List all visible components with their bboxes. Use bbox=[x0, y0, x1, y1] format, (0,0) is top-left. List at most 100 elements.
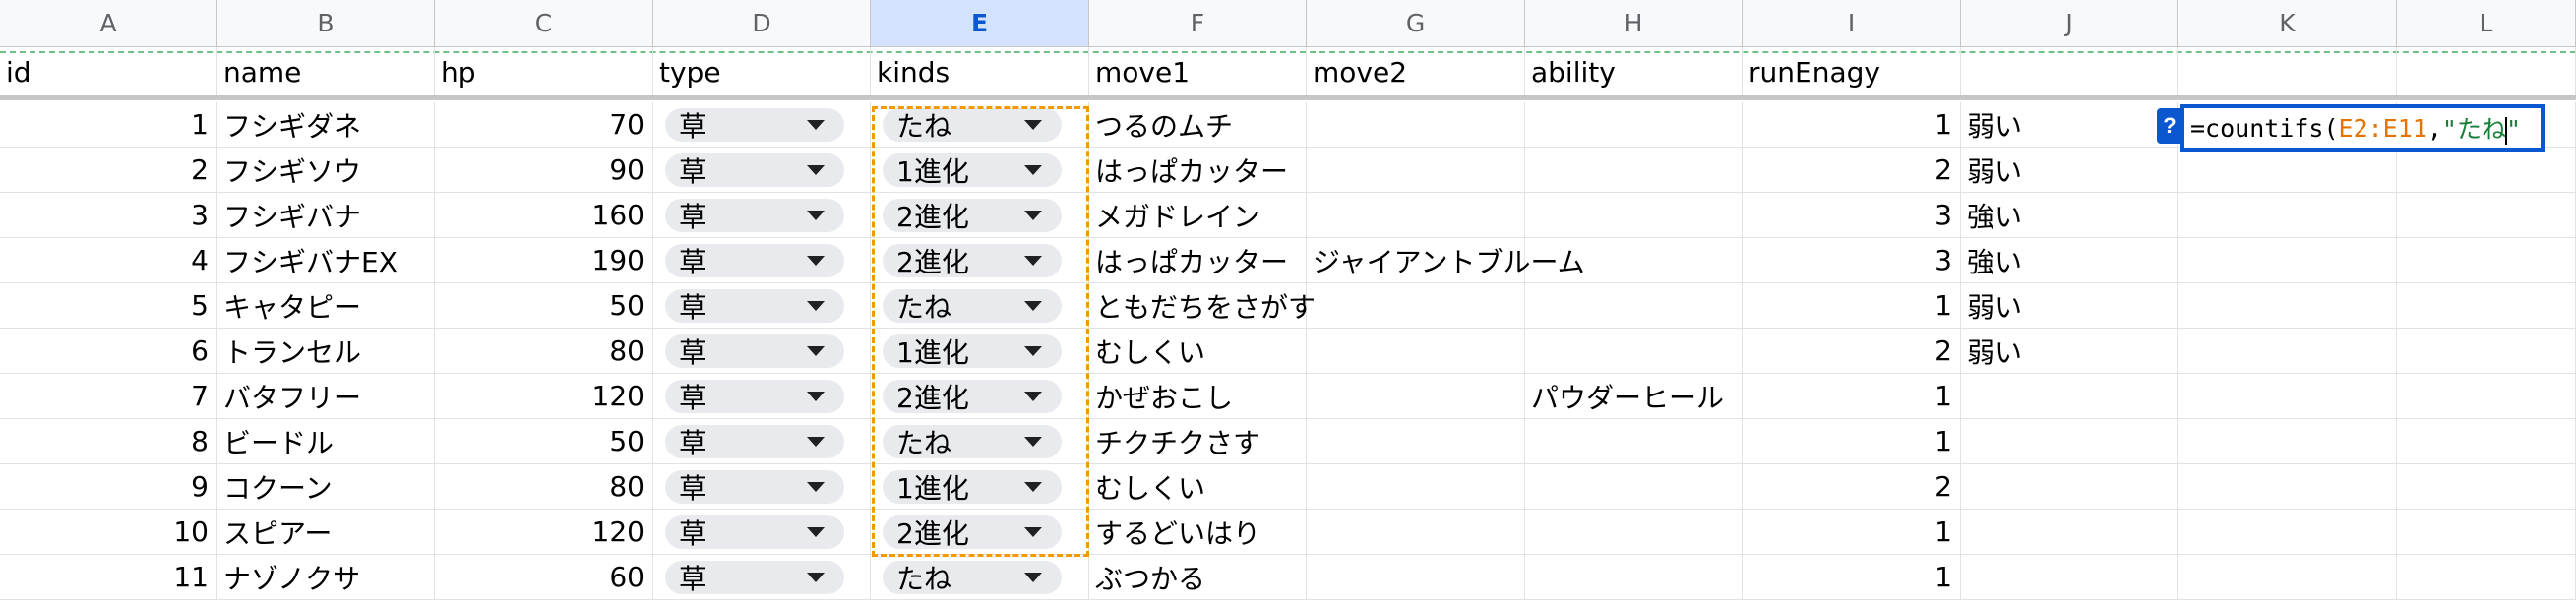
cell-c[interactable]: 60 bbox=[435, 555, 653, 599]
cell-a[interactable]: 2 bbox=[0, 148, 217, 192]
kinds-dropdown-chip[interactable]: 2進化 bbox=[883, 515, 1062, 550]
cell-e[interactable]: たね bbox=[871, 555, 1089, 599]
cell-g[interactable] bbox=[1307, 102, 1525, 147]
cell-d[interactable]: 草 bbox=[653, 555, 871, 599]
cell-c[interactable]: 190 bbox=[435, 238, 653, 282]
type-dropdown-chip[interactable]: 草 bbox=[665, 107, 844, 143]
cell-g[interactable] bbox=[1307, 329, 1525, 373]
chevron-down-icon[interactable] bbox=[807, 345, 825, 356]
chevron-down-icon[interactable] bbox=[807, 164, 825, 175]
cell-g[interactable] bbox=[1307, 555, 1525, 599]
cell-j[interactable] bbox=[1961, 464, 2178, 509]
cell-j[interactable]: 強い bbox=[1961, 193, 2178, 237]
cell-h[interactable] bbox=[1525, 283, 1743, 328]
type-dropdown-chip[interactable]: 草 bbox=[665, 243, 844, 278]
cell-b[interactable]: ビードル bbox=[217, 419, 435, 463]
cell-j[interactable]: 弱い bbox=[1961, 329, 2178, 373]
cell-d[interactable]: 草 bbox=[653, 510, 871, 554]
header-cell-l[interactable] bbox=[2397, 47, 2576, 96]
chevron-down-icon[interactable] bbox=[807, 300, 825, 311]
cell-i[interactable]: 2 bbox=[1743, 148, 1961, 192]
cell-k[interactable] bbox=[2178, 148, 2397, 192]
cell-g[interactable] bbox=[1307, 148, 1525, 192]
column-header-c[interactable]: C bbox=[435, 0, 653, 46]
chevron-down-icon[interactable] bbox=[807, 436, 825, 447]
type-dropdown-chip[interactable]: 草 bbox=[665, 333, 844, 369]
chevron-down-icon[interactable] bbox=[807, 210, 825, 220]
cell-h[interactable] bbox=[1525, 238, 1743, 282]
column-header-e[interactable]: E bbox=[871, 0, 1089, 46]
chevron-down-icon[interactable] bbox=[807, 255, 825, 266]
cell-e[interactable]: 2進化 bbox=[871, 374, 1089, 418]
cell-g[interactable]: ジャイアントブルーム bbox=[1307, 238, 1585, 282]
type-dropdown-chip[interactable]: 草 bbox=[665, 424, 844, 459]
formula-help-icon[interactable]: ? bbox=[2157, 108, 2182, 144]
cell-h[interactable] bbox=[1525, 419, 1743, 463]
cell-k[interactable] bbox=[2178, 374, 2397, 418]
cell-h[interactable] bbox=[1525, 510, 1743, 554]
cell-f[interactable]: はっぱカッター bbox=[1089, 238, 1307, 282]
cell-d[interactable]: 草 bbox=[653, 193, 871, 237]
cell-a[interactable]: 10 bbox=[0, 510, 217, 554]
cell-a[interactable]: 11 bbox=[0, 555, 217, 599]
column-header-g[interactable]: G bbox=[1307, 0, 1525, 46]
cell-l[interactable] bbox=[2397, 464, 2576, 509]
cell-b[interactable]: フシギソウ bbox=[217, 148, 435, 192]
cell-j[interactable]: 弱い bbox=[1961, 148, 2178, 192]
cell-d[interactable]: 草 bbox=[653, 374, 871, 418]
cell-e[interactable]: たね bbox=[871, 283, 1089, 328]
chevron-down-icon[interactable] bbox=[1024, 164, 1042, 175]
chevron-down-icon[interactable] bbox=[1024, 300, 1042, 311]
cell-b[interactable]: スピアー bbox=[217, 510, 435, 554]
cell-j[interactable]: 弱い bbox=[1961, 283, 2178, 328]
kinds-dropdown-chip[interactable]: たね bbox=[883, 107, 1062, 143]
cell-e[interactable]: 2進化 bbox=[871, 193, 1089, 237]
cell-l[interactable] bbox=[2397, 148, 2576, 192]
type-dropdown-chip[interactable]: 草 bbox=[665, 560, 844, 595]
cell-d[interactable]: 草 bbox=[653, 148, 871, 192]
cell-l[interactable] bbox=[2397, 555, 2576, 599]
cell-i[interactable]: 1 bbox=[1743, 555, 1961, 599]
column-header-h[interactable]: H bbox=[1525, 0, 1743, 46]
cell-e[interactable]: たね bbox=[871, 419, 1089, 463]
cell-c[interactable]: 70 bbox=[435, 102, 653, 147]
header-cell-f[interactable]: move1 bbox=[1089, 47, 1307, 96]
chevron-down-icon[interactable] bbox=[1024, 345, 1042, 356]
column-header-b[interactable]: B bbox=[217, 0, 435, 46]
kinds-dropdown-chip[interactable]: 1進化 bbox=[883, 333, 1062, 369]
cell-c[interactable]: 80 bbox=[435, 464, 653, 509]
type-dropdown-chip[interactable]: 草 bbox=[665, 469, 844, 505]
chevron-down-icon[interactable] bbox=[807, 572, 825, 582]
cell-f[interactable]: ともだちをさがす bbox=[1089, 283, 1316, 328]
cell-e[interactable]: たね bbox=[871, 102, 1089, 147]
cell-h[interactable] bbox=[1525, 329, 1743, 373]
cell-i[interactable]: 3 bbox=[1743, 193, 1961, 237]
cell-a[interactable]: 7 bbox=[0, 374, 217, 418]
cell-f[interactable]: むしくい bbox=[1089, 464, 1307, 509]
cell-i[interactable]: 2 bbox=[1743, 464, 1961, 509]
cell-k[interactable] bbox=[2178, 419, 2397, 463]
column-header-l[interactable]: L bbox=[2397, 0, 2576, 46]
column-header-d[interactable]: D bbox=[653, 0, 871, 46]
cell-d[interactable]: 草 bbox=[653, 329, 871, 373]
type-dropdown-chip[interactable]: 草 bbox=[665, 288, 844, 324]
cell-a[interactable]: 1 bbox=[0, 102, 217, 147]
chevron-down-icon[interactable] bbox=[1024, 210, 1042, 220]
cell-f[interactable]: かぜおこし bbox=[1089, 374, 1307, 418]
cell-c[interactable]: 160 bbox=[435, 193, 653, 237]
cell-c[interactable]: 50 bbox=[435, 419, 653, 463]
cell-l[interactable] bbox=[2397, 419, 2576, 463]
cell-f[interactable]: むしくい bbox=[1089, 329, 1307, 373]
cell-a[interactable]: 8 bbox=[0, 419, 217, 463]
cell-b[interactable]: キャタピー bbox=[217, 283, 435, 328]
cell-d[interactable]: 草 bbox=[653, 238, 871, 282]
kinds-dropdown-chip[interactable]: 2進化 bbox=[883, 198, 1062, 233]
cell-b[interactable]: フシギダネ bbox=[217, 102, 435, 147]
column-header-j[interactable]: J bbox=[1961, 0, 2178, 46]
cell-l[interactable] bbox=[2397, 329, 2576, 373]
cell-a[interactable]: 5 bbox=[0, 283, 217, 328]
kinds-dropdown-chip[interactable]: たね bbox=[883, 424, 1062, 459]
cell-i[interactable]: 1 bbox=[1743, 374, 1961, 418]
cell-i[interactable]: 1 bbox=[1743, 510, 1961, 554]
cell-i[interactable]: 1 bbox=[1743, 419, 1961, 463]
